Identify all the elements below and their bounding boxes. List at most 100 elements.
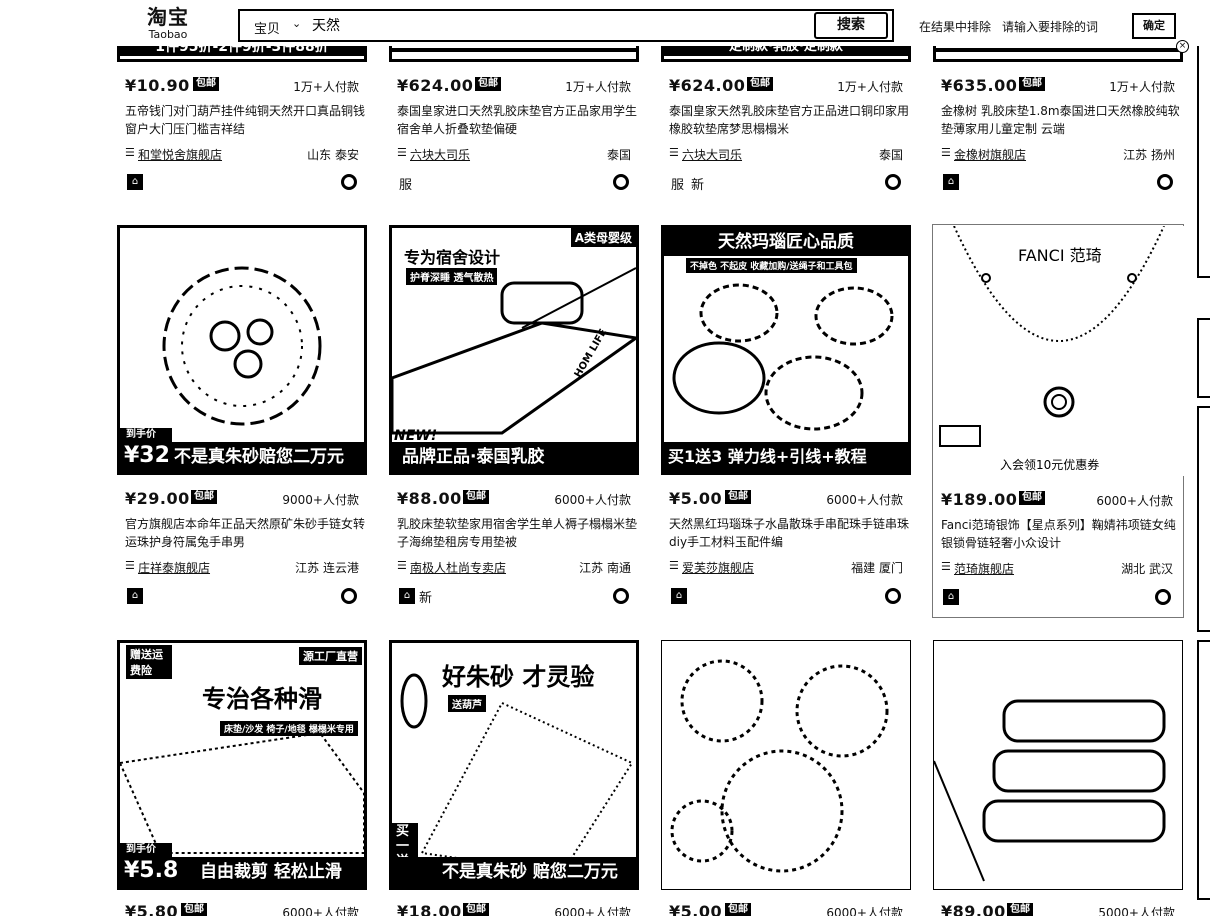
product-card[interactable]: 赠送运费险 源工厂直营 专治各种滑 床垫/沙发 椅子/地毯 榻榻米专用 到手价 … (117, 640, 369, 916)
beads-illustration (672, 283, 894, 431)
shop-name[interactable]: 金橡树旗舰店 (954, 146, 1026, 163)
image-brand: FANCI 范琦 (1018, 246, 1102, 265)
shop-name[interactable]: 南极人杜尚专卖店 (410, 559, 506, 576)
shop-icon: ☰ (941, 560, 951, 573)
product-image[interactable]: 到手价 ¥32 不是真朱砂赔您二万元 (117, 225, 367, 475)
sales-count: 1万+人付款 (293, 80, 359, 94)
sales-count: 6000+人付款 (826, 493, 903, 507)
free-shipping-badge: 包邮 (181, 903, 207, 916)
product-image[interactable]: 专为宿舍设计 A类母婴级 护脊深睡 透气散热 HOM LIFE NEW! 品牌正… (389, 225, 639, 475)
product-image[interactable]: 好朱砂 才灵验 送葫芦 买一送三 不是真朱砂 赔您二万元 (389, 640, 639, 890)
rail-ad[interactable] (1197, 640, 1210, 900)
sales-count: 5000+人付款 (1098, 906, 1175, 916)
image-banner: 买1送3 弹力线+引线+教程 (664, 442, 908, 472)
location: 湖北 武汉 (1121, 562, 1173, 576)
product-card[interactable]: 专为宿舍设计 A类母婴级 护脊深睡 透气散热 HOM LIFE NEW! 品牌正… (389, 225, 641, 617)
product-card[interactable]: 定制款·乳胶·定制款 ¥624.00 包邮 1万+人付款 泰国皇家天然乳胶床垫官… (661, 40, 913, 196)
sales-count: 6000+人付款 (554, 906, 631, 916)
price: ¥624.00 (397, 76, 474, 95)
search-button[interactable]: 搜索 (814, 12, 888, 39)
product-card[interactable]: 到手价 ¥32 不是真朱砂赔您二万元 ¥29.00 包邮 9000+人付款 官方… (117, 225, 369, 617)
location: 泰国 (606, 148, 631, 162)
shop-icon: ☰ (125, 559, 135, 572)
shop-name[interactable]: 庄祥泰旗舰店 (138, 559, 210, 576)
wangwang-chat-icon[interactable] (1157, 174, 1173, 190)
chevron-down-icon[interactable]: ⌄ (292, 17, 301, 30)
close-icon[interactable]: × (1176, 40, 1189, 53)
rail-ad[interactable] (1197, 10, 1210, 278)
wangwang-chat-icon[interactable] (341, 174, 357, 190)
wangwang-chat-icon[interactable] (613, 588, 629, 604)
shop-icon: ☰ (397, 559, 407, 572)
product-card[interactable]: ¥89.00 包邮 5000+人付款 (933, 640, 1185, 916)
rail-ad[interactable] (1197, 318, 1210, 398)
tmall-icon: ⌂ (127, 588, 143, 604)
product-image[interactable]: FANCI 范琦 入会领10元优惠券 (934, 226, 1184, 476)
free-shipping-badge: 包邮 (463, 903, 489, 916)
search-scope-select[interactable]: 宝贝 (254, 18, 280, 37)
sales-count: 6000+人付款 (1096, 494, 1173, 508)
shop-name[interactable]: 六块大司乐 (410, 146, 470, 163)
taobao-logo[interactable]: 淘宝 Taobao (138, 6, 198, 41)
price: ¥10.90 (125, 76, 190, 95)
product-title[interactable]: 泰国皇家天然乳胶床垫官方正品进口铜印家用橡胶软垫席梦思榻榻米 (669, 102, 909, 138)
product-title[interactable]: 金橡树 乳胶床垫1.8m泰国进口天然橡胶纯软垫薄家用儿童定制 云端 (941, 102, 1181, 138)
image-headline: 专为宿舍设计 (404, 248, 501, 267)
product-image[interactable] (661, 640, 911, 890)
product-image[interactable]: 天然玛瑙匠心品质 不掉色 不起皮 收藏加购/送绳子和工具包 买1送3 弹力线+引… (661, 225, 911, 475)
product-image[interactable]: 赠送运费险 源工厂直营 专治各种滑 床垫/沙发 椅子/地毯 榻榻米专用 到手价 … (117, 640, 367, 890)
shop-name[interactable]: 六块大司乐 (682, 146, 742, 163)
product-card[interactable]: ¥624.00 包邮 1万+人付款 泰国皇家进口天然乳胶床垫官方正品家用学生宿舍… (389, 40, 641, 196)
sales-count: 1万+人付款 (1109, 80, 1175, 94)
image-subtag: 护脊深睡 透气散热 (406, 268, 498, 285)
location: 泰国 (878, 148, 903, 162)
wangwang-chat-icon[interactable] (613, 174, 629, 190)
shop-icon: ☰ (669, 146, 679, 159)
product-title[interactable]: 天然黑红玛瑙珠子水晶散珠手串配珠手链串珠diy手工材料玉配件编 (669, 515, 909, 551)
image-stripe (392, 48, 636, 52)
price: ¥18.00 (397, 902, 462, 916)
price: ¥624.00 (669, 76, 746, 95)
location: 江苏 连云港 (295, 561, 359, 575)
new-badge: 新 (691, 178, 705, 193)
product-title[interactable]: 乳胶床垫软垫家用宿舍学生单人褥子榻榻米垫子海绵垫租房专用垫被 (397, 515, 637, 551)
logo-text-en: Taobao (148, 28, 188, 41)
right-rail (1197, 10, 1210, 916)
rail-ad[interactable] (1197, 406, 1210, 632)
price: ¥5.80 (125, 902, 179, 916)
image-price-label: 到手价 (126, 429, 156, 440)
wangwang-chat-icon[interactable] (885, 174, 901, 190)
product-title[interactable]: Fanci范琦银饰【星点系列】鞠婧祎项链女纯银锁骨链轻奢小众设计 (941, 516, 1181, 552)
price: ¥88.00 (397, 489, 462, 508)
wangwang-chat-icon[interactable] (341, 588, 357, 604)
product-title[interactable]: 五帝钱门对门葫芦挂件纯铜天然开口真品铜钱窗户大门压门槛吉祥结 (125, 102, 365, 138)
product-card[interactable]: 天然玛瑙匠心品质 不掉色 不起皮 收藏加购/送绳子和工具包 买1送3 弹力线+引… (661, 225, 913, 617)
exclude-label: 在结果中排除 (919, 20, 992, 34)
product-title[interactable]: 泰国皇家进口天然乳胶床垫官方正品家用学生宿舍单人折叠软垫偏硬 (397, 102, 637, 138)
shop-icon: ☰ (941, 146, 951, 159)
exclude-input[interactable]: 请输入要排除的词 (1002, 18, 1098, 35)
confirm-button[interactable]: 确定 (1132, 13, 1176, 39)
free-shipping-badge: 包邮 (747, 77, 773, 91)
shop-name[interactable]: 和堂悦舍旗舰店 (138, 146, 222, 163)
image-banner: 品牌正品·泰国乳胶 (392, 442, 636, 472)
tmall-icon: ⌂ (943, 174, 959, 190)
product-card[interactable]: 好朱砂 才灵验 送葫芦 买一送三 不是真朱砂 赔您二万元 ¥18.00 包邮 6… (389, 640, 641, 916)
shop-name[interactable]: 范琦旗舰店 (954, 560, 1014, 577)
product-card[interactable]: ¥635.00 包邮 1万+人付款 金橡树 乳胶床垫1.8m泰国进口天然橡胶纯软… (933, 40, 1185, 196)
free-shipping-badge: 包邮 (191, 490, 217, 504)
header: 淘宝 Taobao 宝贝 ⌄ 搜索 在结果中排除 请输入要排除的词 确定 (0, 0, 1210, 46)
product-image[interactable] (933, 640, 1183, 890)
image-price: ¥32 (124, 443, 170, 468)
product-card[interactable]: ¥5.00 包邮 6000+人付款 (661, 640, 913, 916)
search-input[interactable] (312, 17, 792, 33)
folded-mattress-illustration (934, 699, 1166, 882)
wangwang-chat-icon[interactable] (1155, 589, 1171, 605)
tmall-icon: ⌂ (671, 588, 687, 604)
product-card[interactable]: 1件95折-2件9折-3件88折 ¥10.90 包邮 1万+人付款 五帝钱门对门… (117, 40, 369, 196)
wangwang-chat-icon[interactable] (885, 588, 901, 604)
product-card[interactable]: FANCI 范琦 入会领10元优惠券 ¥189.00 包邮 6000+人付款 F… (932, 224, 1184, 618)
product-title[interactable]: 官方旗舰店本命年正品天然原矿朱砂手链女转运珠护身符属兔手串男 (125, 515, 365, 551)
shop-name[interactable]: 爱芙莎旗舰店 (682, 559, 754, 576)
cinnabar-illustration (400, 673, 634, 875)
